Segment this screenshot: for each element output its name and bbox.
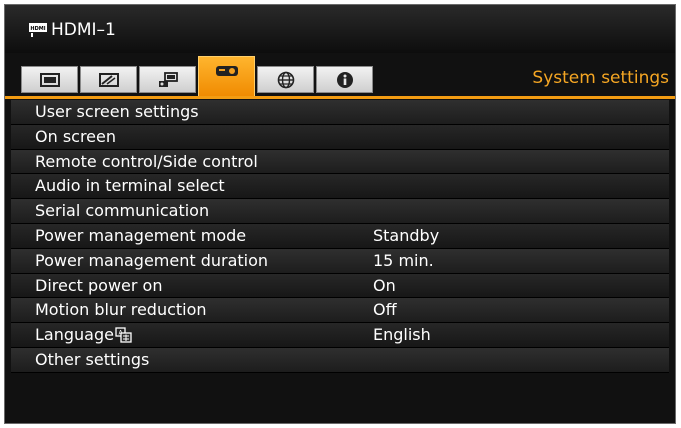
tab-underline [5,96,675,99]
svg-text:HDMI: HDMI [30,26,45,32]
menu-item-label: Motion blur reduction [35,300,207,320]
screen-settings-icon [98,72,119,87]
menu-item-user-screen-settings[interactable]: User screen settings [11,100,669,125]
tab-install-settings[interactable] [139,66,196,93]
hdmi-icon: HDMI [29,23,47,37]
tab-system-settings[interactable] [198,56,255,97]
menu-item-value: 15 min. [373,250,434,270]
menu-item-label: On screen [35,126,117,146]
menu-item-on-screen[interactable]: On screen [11,124,669,150]
menu-item-label: Power management duration [35,250,269,270]
projector-icon [215,66,238,76]
menu-item-power-management-duration[interactable]: Power management duration 15 min. [11,248,669,274]
menu-item-label: User screen settings [35,102,199,121]
menu-item-other-settings[interactable]: Other settings [11,347,669,373]
menu-item-language[interactable]: Language A English [11,323,669,348]
menu-item-motion-blur-reduction[interactable]: Motion blur reduction Off [11,298,669,324]
menu-item-label: Power management mode [35,225,247,245]
tab-screen-settings[interactable] [80,66,137,93]
osd-menu: HDMI HDMI–1 System settings User screen … [4,4,676,424]
menu-item-label: Audio in terminal select [35,176,225,196]
input-source-label: HDMI–1 [51,20,116,40]
menu-item-value: On [373,275,396,295]
menu-item-audio-in-terminal[interactable]: Audio in terminal select [11,174,669,200]
menu-item-label: Other settings [35,349,150,369]
image-adjust-icon [39,72,60,87]
menu-item-label: Serial communication [35,201,210,221]
tab-information[interactable] [316,66,373,93]
menu-item-power-management-mode[interactable]: Power management mode Standby [11,223,669,249]
menu-item-remote-control[interactable]: Remote control/Side control [11,149,669,175]
install-settings-icon [158,71,178,87]
menu-item-label-wrap: Language A [35,323,132,348]
settings-menu-list: User screen settings On screen Remote co… [11,100,669,373]
menu-item-value: English [373,325,431,345]
active-tab-title: System settings [532,68,669,88]
menu-item-label: Direct power on [35,275,163,295]
tab-network-settings[interactable] [257,66,314,93]
menu-item-label: Language [35,325,114,345]
input-source-bar: HDMI HDMI–1 [5,5,675,53]
menu-item-direct-power-on[interactable]: Direct power on On [11,273,669,299]
menu-tabs: System settings [5,55,675,97]
network-globe-icon [277,71,294,88]
tab-image-adjustment[interactable] [21,66,78,93]
menu-item-value: Off [373,300,397,320]
menu-item-serial-communication[interactable]: Serial communication [11,199,669,224]
info-icon [336,71,353,88]
menu-item-value: Standby [373,225,440,245]
language-icon: A [115,327,132,343]
menu-item-label: Remote control/Side control [35,151,258,171]
